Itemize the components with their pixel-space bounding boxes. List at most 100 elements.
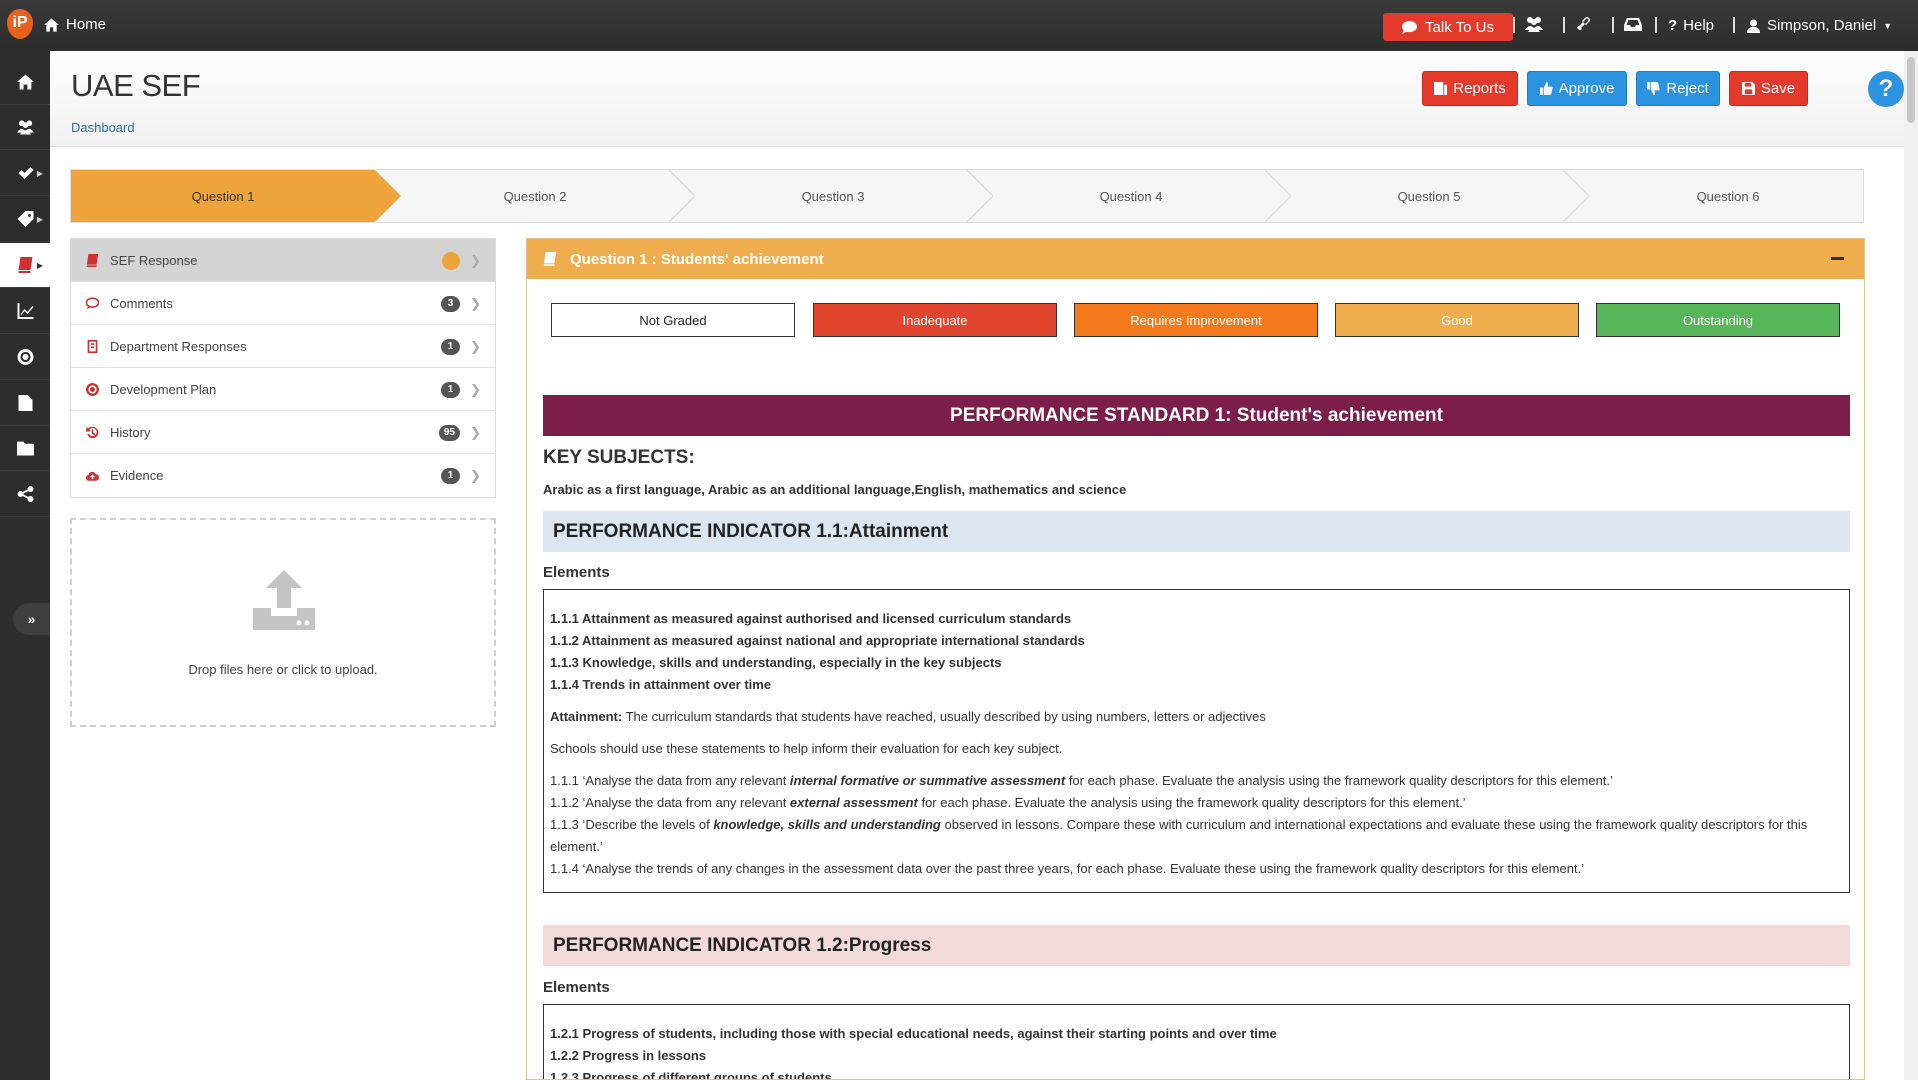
- reports-label: Reports: [1453, 80, 1506, 97]
- tab-question-1[interactable]: Question 1: [71, 170, 375, 222]
- tab-question-4[interactable]: Question 4: [997, 170, 1265, 222]
- tab-label: Question 3: [801, 188, 865, 204]
- sidebar-folders[interactable]: [0, 426, 50, 471]
- tags-icon: [17, 211, 33, 227]
- response-nav-list: SEF Response ❯ Comments 3 ❯ Department R…: [70, 238, 496, 498]
- list-item-sef-response[interactable]: SEF Response ❯: [71, 239, 495, 282]
- talk-to-us-button[interactable]: Talk To Us: [1383, 13, 1513, 41]
- count-badge: 1: [441, 468, 460, 484]
- step-separator: [967, 170, 993, 222]
- scrollbar-thumb[interactable]: [1907, 57, 1915, 123]
- sidebar-expand-toggle[interactable]: »: [13, 603, 50, 635]
- tab-question-3[interactable]: Question 3: [699, 170, 967, 222]
- book-icon: [543, 252, 557, 266]
- book-icon: [86, 254, 99, 267]
- help-link[interactable]: ? Help: [1668, 17, 1714, 34]
- tab-label: Question 4: [1099, 188, 1163, 204]
- count-badge: 3: [441, 296, 460, 312]
- target-icon: [86, 383, 99, 396]
- nav-separator: [1612, 17, 1614, 33]
- list-item-label: SEF Response: [110, 252, 198, 268]
- breadcrumb-dashboard[interactable]: Dashboard: [71, 120, 135, 135]
- vertical-scrollbar[interactable]: [1904, 51, 1918, 1080]
- attainment-label: Attainment:: [550, 709, 623, 724]
- sidebar-home[interactable]: [0, 60, 50, 105]
- page-title: UAE SEF: [71, 68, 201, 103]
- sidebar-share[interactable]: [0, 472, 50, 517]
- help-circle-button[interactable]: ?: [1868, 71, 1904, 107]
- dropzone-text: Drop files here or click to upload.: [188, 662, 378, 677]
- approve-button[interactable]: Approve: [1527, 71, 1627, 106]
- sidebar-tags[interactable]: ▶: [0, 197, 50, 242]
- grade-inadequate-button[interactable]: Inadequate: [813, 303, 1057, 337]
- chat-bubble-icon: [1402, 20, 1417, 34]
- key-subjects-heading: KEY SUBJECTS:: [543, 447, 695, 468]
- grade-outstanding-button[interactable]: Outstanding: [1596, 303, 1840, 337]
- home-icon: [44, 17, 59, 32]
- performance-indicator-1-2: PERFORMANCE INDICATOR 1.2:Progress: [543, 925, 1850, 966]
- step-separator: [1563, 170, 1589, 222]
- status-dot: [442, 252, 460, 270]
- cloud-upload-icon: [86, 471, 99, 481]
- reject-button[interactable]: Reject: [1636, 71, 1720, 106]
- tab-question-2[interactable]: Question 2: [401, 170, 669, 222]
- element-1-1-1: 1.1.1 Attainment as measured against aut…: [550, 611, 1072, 626]
- list-item-development-plan[interactable]: Development Plan 1 ❯: [71, 368, 495, 411]
- performance-indicator-1-1: PERFORMANCE INDICATOR 1.1:Attainment: [543, 511, 1850, 552]
- thumbs-down-icon: [1647, 82, 1660, 95]
- nav-separator: [1563, 17, 1565, 33]
- user-menu[interactable]: Simpson, Daniel ▼: [1747, 17, 1892, 34]
- tab-question-6[interactable]: Question 6: [1593, 170, 1863, 222]
- chevron-right-icon: ❯: [470, 382, 481, 397]
- file-dropzone[interactable]: Drop files here or click to upload.: [70, 518, 496, 727]
- book-icon: [18, 257, 32, 273]
- sidebar-documents[interactable]: [0, 381, 50, 426]
- list-item-comments[interactable]: Comments 3 ❯: [71, 282, 495, 325]
- grade-requires-improvement-button[interactable]: Requires Improvement: [1074, 303, 1318, 337]
- attainment-text: The curriculum standards that students h…: [622, 709, 1266, 724]
- share-icon: [17, 486, 33, 502]
- link-icon[interactable]: [1575, 16, 1595, 34]
- grade-good-button[interactable]: Good: [1335, 303, 1579, 337]
- app-logo[interactable]: iP: [7, 9, 33, 39]
- guidance-1-1-3: 1.1.3 ‘Describe the levels of knowledge,…: [550, 817, 1808, 854]
- list-item-label: Department Responses: [110, 338, 247, 354]
- save-button[interactable]: Save: [1729, 71, 1808, 106]
- collapse-minus-icon[interactable]: [1831, 257, 1844, 260]
- elements-label: Elements: [543, 564, 610, 581]
- tab-label: Question 6: [1696, 188, 1760, 204]
- sidebar-book[interactable]: ▶: [0, 243, 50, 288]
- chevron-right-icon: ❯: [470, 253, 481, 268]
- top-navbar: iP Home Talk To Us ? Help Simpson, Danie…: [0, 0, 1918, 51]
- sidebar-users[interactable]: [0, 105, 50, 150]
- question-panel-header: Question 1 : Students' achievement: [527, 239, 1864, 279]
- tab-label: Question 5: [1397, 188, 1461, 204]
- upload-icon: [253, 570, 315, 630]
- guidance-1-1-4: 1.1.4 ‘Analyse the trends of any changes…: [550, 861, 1585, 876]
- file-icon: [18, 395, 32, 411]
- guidance-1-1-1: 1.1.1 ‘Analyse the data from any relevan…: [550, 773, 1613, 788]
- inbox-icon[interactable]: [1624, 16, 1644, 34]
- grade-not-graded-button[interactable]: Not Graded: [551, 303, 795, 337]
- list-item-department-responses[interactable]: Department Responses 1 ❯: [71, 325, 495, 368]
- tab-label: Question 1: [191, 188, 255, 204]
- home-link[interactable]: Home: [44, 16, 106, 33]
- list-item-history[interactable]: History 95 ❯: [71, 411, 495, 454]
- reports-button[interactable]: Reports: [1422, 71, 1518, 106]
- sidebar-charts[interactable]: [0, 289, 50, 334]
- chevron-right-icon: ❯: [470, 468, 481, 483]
- element-1-2-2: 1.2.2 Progress in lessons: [550, 1048, 707, 1063]
- thumbs-up-icon: [1539, 82, 1553, 95]
- nav-separator: [1733, 17, 1735, 33]
- target-icon: [17, 349, 34, 365]
- performance-standard-banner: PERFORMANCE STANDARD 1: Student's achiev…: [543, 395, 1850, 436]
- sidebar-target[interactable]: [0, 335, 50, 380]
- sidebar-tasks[interactable]: ▶: [0, 151, 50, 196]
- reject-label: Reject: [1666, 80, 1709, 97]
- tab-question-5[interactable]: Question 5: [1295, 170, 1563, 222]
- list-item-evidence[interactable]: Evidence 1 ❯: [71, 454, 495, 497]
- chevron-right-icon: ❯: [470, 339, 481, 354]
- approve-label: Approve: [1558, 80, 1615, 97]
- users-icon[interactable]: [1525, 16, 1545, 34]
- home-label: Home: [66, 16, 107, 33]
